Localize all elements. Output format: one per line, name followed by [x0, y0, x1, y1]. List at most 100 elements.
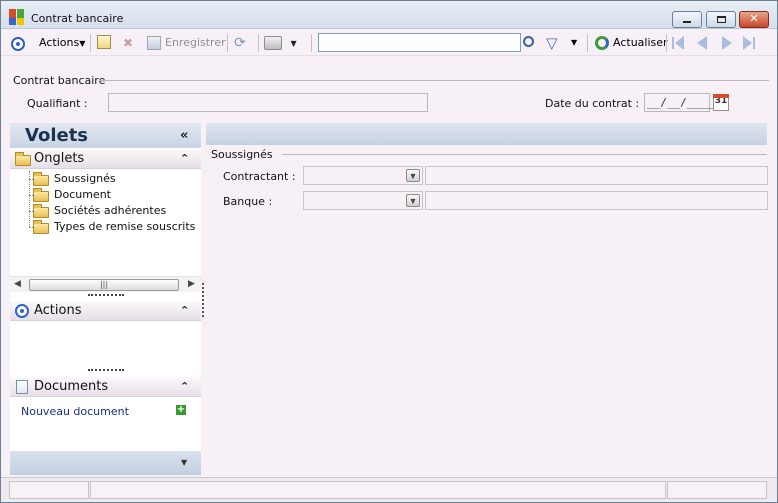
actions-menu-button[interactable]: Actions▼	[39, 33, 85, 53]
refresh-label: Actualiser	[613, 36, 668, 49]
folder-icon	[33, 220, 49, 234]
banque-name-field[interactable]	[425, 191, 768, 210]
prev-icon	[697, 36, 707, 50]
maximize-icon	[716, 15, 726, 23]
toolbar-separator	[587, 34, 588, 52]
next-record-button[interactable]	[720, 33, 734, 53]
status-cell	[90, 481, 666, 499]
status-cell	[667, 481, 767, 499]
folder-icon	[15, 152, 31, 166]
banque-label: Banque :	[223, 195, 273, 208]
delete-icon[interactable]: ✖	[123, 33, 133, 53]
onglets-group-header[interactable]: Onglets ⌃	[10, 149, 201, 169]
toolbar-separator	[90, 34, 91, 52]
qualifiant-label: Qualifiant :	[27, 97, 88, 110]
scroll-right-icon[interactable]: ▶	[188, 279, 195, 289]
actions-title: Actions	[34, 303, 82, 318]
splitter-grip[interactable]	[88, 369, 124, 371]
minimize-icon	[683, 20, 691, 23]
chevron-down-icon: ▼	[290, 39, 297, 48]
date-field[interactable]: __/__/____	[644, 93, 713, 112]
prev-record-button[interactable]	[696, 33, 710, 53]
chevron-up-icon[interactable]: ⌃	[180, 152, 189, 165]
toolbar-separator	[258, 34, 259, 52]
target-icon	[15, 304, 29, 318]
onglets-title: Onglets	[34, 151, 85, 166]
save-icon	[147, 36, 161, 50]
filter-dropdown[interactable]: ▼	[571, 33, 577, 53]
tree-item-societes[interactable]: Sociétés adhérentes	[54, 204, 166, 217]
last-record-button[interactable]	[742, 33, 758, 53]
close-button[interactable]: ✕	[739, 11, 769, 28]
folder-icon	[33, 188, 49, 202]
actions-menu-label: Actions	[39, 36, 80, 49]
collapse-pane-icon[interactable]: «	[180, 128, 188, 143]
qualifiant-field[interactable]	[108, 93, 428, 112]
actions-group-header[interactable]: Actions ⌃	[10, 301, 201, 321]
soussignes-section-title: Soussignés	[211, 148, 273, 161]
side-pane-footer[interactable]: ▼	[10, 451, 201, 475]
first-icon	[672, 37, 674, 49]
status-cell	[9, 481, 89, 499]
tree-item-document[interactable]: Document	[54, 188, 111, 201]
double-chevron-down-icon[interactable]: ⩔	[406, 169, 420, 182]
target-icon	[11, 37, 25, 51]
target-button[interactable]	[11, 34, 25, 54]
toolbar-separator	[666, 34, 667, 52]
folder-icon	[33, 204, 49, 218]
save-button[interactable]: Enregistrer	[147, 33, 226, 53]
save-label: Enregistrer	[165, 36, 226, 49]
documents-group-header[interactable]: Documents ⌃	[10, 377, 201, 397]
double-chevron-down-icon[interactable]: ⩔	[406, 194, 420, 207]
refresh-button[interactable]: Actualiser	[595, 33, 668, 53]
refresh-icon	[595, 36, 609, 50]
maximize-button[interactable]	[706, 11, 736, 28]
contractant-label: Contractant :	[223, 170, 296, 183]
print-icon	[264, 36, 282, 50]
contract-section-title: Contrat bancaire	[13, 74, 106, 87]
next-icon	[722, 36, 732, 50]
document-icon	[16, 380, 28, 394]
splitter-grip[interactable]	[88, 294, 124, 296]
minimize-button[interactable]	[672, 11, 702, 28]
add-icon[interactable]: +	[176, 405, 186, 415]
last-bar-icon	[753, 37, 755, 49]
volets-header: Volets «	[10, 123, 201, 148]
scroll-thumb[interactable]: |||	[29, 279, 179, 291]
search-input[interactable]	[318, 33, 521, 52]
scroll-left-icon[interactable]: ◀	[14, 279, 21, 289]
new-document-link[interactable]: Nouveau document	[21, 405, 129, 418]
chevron-up-icon[interactable]: ⌃	[180, 380, 189, 393]
tree-item-soussignes[interactable]: Soussignés	[54, 172, 116, 185]
chevron-up-icon[interactable]: ⌃	[180, 304, 189, 317]
main-pane-header	[206, 123, 767, 145]
window: Contrat bancaire ✕ Actions▼ ✖ Enregistre…	[0, 0, 778, 503]
contractant-name-field[interactable]	[425, 166, 768, 185]
filter-icon[interactable]: ▽	[546, 33, 558, 53]
search-icon	[523, 36, 534, 47]
tree-item-types-remise[interactable]: Types de remise souscrits	[54, 220, 195, 233]
chevron-down-icon: ▼	[571, 38, 578, 47]
toolbar: Actions▼ ✖ Enregistrer ⟳ ▼ ▽ ▼ Actualise…	[1, 30, 777, 56]
date-label: Date du contrat :	[545, 97, 640, 110]
window-title: Contrat bancaire	[31, 12, 124, 25]
horizontal-scrollbar[interactable]: ◀ ||| ▶	[10, 276, 201, 292]
calendar-icon[interactable]: 31	[713, 94, 729, 111]
folder-icon	[33, 172, 49, 186]
print-button[interactable]: ▼	[264, 33, 297, 53]
chevron-down-icon: ▼	[181, 458, 188, 467]
new-doc-icon[interactable]	[97, 35, 111, 49]
toolbar-separator	[311, 34, 312, 52]
status-bar	[1, 477, 777, 502]
contractant-select[interactable]: ⩔	[303, 166, 423, 185]
chevron-down-icon: ▼	[79, 39, 86, 48]
first-arrow-icon	[675, 36, 684, 50]
contract-section-rule	[99, 80, 769, 81]
sync-icon[interactable]: ⟳	[234, 33, 246, 53]
search-button[interactable]	[523, 34, 534, 54]
splitter-grip-vertical[interactable]	[202, 283, 204, 317]
first-record-button[interactable]	[671, 33, 687, 53]
toolbar-separator	[227, 34, 228, 52]
soussignes-section-rule	[282, 154, 767, 155]
banque-select[interactable]: ⩔	[303, 191, 423, 210]
